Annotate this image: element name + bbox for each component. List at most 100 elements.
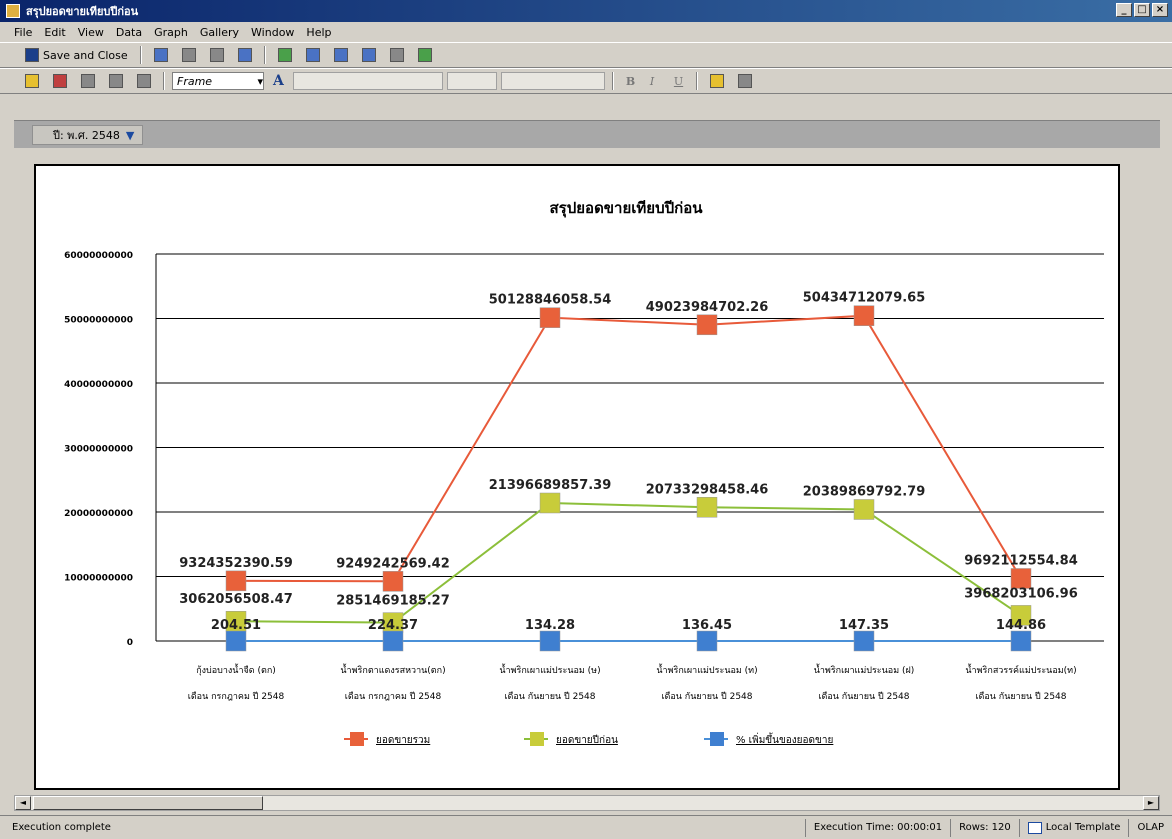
frame-button[interactable] [132, 71, 156, 91]
menu-edit[interactable]: Edit [44, 26, 65, 39]
maximize-button[interactable]: □ [1134, 3, 1150, 17]
line-chart-icon [305, 48, 320, 62]
menu-window[interactable]: Window [251, 26, 294, 39]
x-tick-label: น้ำพริกเผาแม่ประนอม (ฝ) [814, 663, 915, 676]
grid-button[interactable] [329, 45, 353, 65]
window-title: สรุปยอดขายเทียบปีก่อน [26, 5, 139, 18]
frame-icon [137, 74, 151, 88]
data-point [853, 499, 875, 520]
line-color-button[interactable] [733, 71, 757, 91]
preview-icon [181, 48, 196, 62]
mode-indicator: OLAP [1128, 818, 1172, 837]
table-icon [361, 48, 376, 62]
menu-data[interactable]: Data [116, 26, 142, 39]
save-close-button[interactable]: Save and Close [20, 45, 133, 65]
data-label: 20733298458.46 [646, 482, 769, 497]
data-label: 9249242569.42 [336, 556, 449, 571]
menu-gallery[interactable]: Gallery [200, 26, 239, 39]
data-label: 144.86 [996, 618, 1046, 633]
x-tick-label: เดือน กันยายน ปี 2548 [975, 691, 1066, 702]
properties-icon [237, 48, 252, 62]
menu-view[interactable]: View [78, 26, 104, 39]
font-name-dropdown[interactable] [292, 72, 443, 90]
toolbar-separator [139, 46, 142, 64]
insert-button[interactable] [48, 71, 72, 91]
toolbar-separator [263, 46, 266, 64]
year-filter-dropdown[interactable]: ปี: พ.ศ. 2548 ▼ [32, 125, 144, 145]
fill-color-button[interactable] [705, 71, 729, 91]
y-tick-label: 10000000000 [64, 574, 133, 584]
legend-marker [350, 732, 364, 746]
layout-button[interactable] [76, 71, 100, 91]
properties-button[interactable] [233, 45, 257, 65]
legend-marker [710, 732, 724, 746]
chart-type-button[interactable] [273, 45, 297, 65]
legend-label: ยอดขายรวม [376, 735, 430, 746]
horizontal-scrollbar[interactable]: ◄ ► [14, 795, 1160, 811]
filter-button[interactable] [104, 71, 128, 91]
table-button[interactable] [357, 45, 381, 65]
template-indicator[interactable]: Local Template [1018, 818, 1129, 837]
data-point [539, 492, 561, 514]
data-point [696, 630, 718, 652]
frame-dropdown[interactable]: Frame ▾ [172, 72, 264, 90]
data-label: 9324352390.59 [179, 556, 292, 571]
template-label: Local Template [1045, 822, 1121, 833]
pointer-button[interactable] [20, 71, 44, 91]
year-filter-label: ปี: พ.ศ. 2548 [53, 129, 120, 142]
font-size-dropdown[interactable] [446, 72, 497, 90]
y-tick-label: 50000000000 [64, 316, 133, 326]
data-label: 3968203106.96 [964, 586, 1077, 601]
open-button[interactable] [149, 45, 173, 65]
window-titlebar: สรุปยอดขายเทียบปีก่อน _ □ × [0, 0, 1172, 22]
datasheet-button[interactable] [385, 45, 409, 65]
x-tick-label: น้ำพริกสวรรค์แม่ประนอม(ท) [965, 663, 1076, 676]
layout-icon [81, 74, 95, 88]
data-label: 9692112554.84 [964, 553, 1077, 568]
format-toolbar: Frame ▾ A B I U [0, 68, 1172, 94]
filter-strip: ปี: พ.ศ. 2548 ▼ [14, 120, 1160, 148]
scroll-right-button[interactable]: ► [1143, 796, 1159, 810]
y-tick-label: 30000000000 [64, 445, 133, 455]
italic-label: I [649, 74, 655, 88]
y-tick-label: 60000000000 [64, 251, 133, 261]
bold-button[interactable]: B [621, 71, 641, 91]
line-color-icon [737, 74, 752, 88]
chevron-down-icon: ▾ [257, 74, 263, 88]
italic-button[interactable]: I [645, 71, 665, 91]
frame-dropdown-value: Frame [177, 74, 213, 88]
menu-graph[interactable]: Graph [154, 26, 188, 39]
scroll-left-button[interactable]: ◄ [15, 796, 31, 810]
close-button[interactable]: × [1152, 3, 1168, 17]
y-tick-label: 20000000000 [64, 509, 133, 519]
execution-time: Execution Time: 00:00:01 [804, 818, 950, 837]
toolbar-separator [695, 72, 698, 90]
font-button[interactable]: A [268, 71, 289, 91]
data-label: 49023984702.26 [646, 300, 769, 315]
preview-button[interactable] [177, 45, 201, 65]
legend-label: % เพิ่มขึ้นของยอดขาย [736, 732, 833, 746]
data-label: 50434712079.65 [803, 291, 926, 306]
image-button[interactable] [413, 45, 437, 65]
minimize-button[interactable]: _ [1116, 3, 1132, 17]
x-tick-label: เดือน กรกฎาคม ปี 2548 [188, 691, 285, 702]
line-chart-button[interactable] [301, 45, 325, 65]
font-style-dropdown[interactable] [500, 72, 605, 90]
menu-file[interactable]: File [14, 26, 32, 39]
chart-panel: สรุปยอดขายเทียบปีก่อน 0 10000000000 2000000… [34, 164, 1120, 790]
font-label: A [273, 73, 284, 89]
data-point [225, 630, 247, 652]
data-label: 134.28 [525, 618, 575, 633]
print-button[interactable] [205, 45, 229, 65]
app-icon [6, 4, 20, 18]
menu-help[interactable]: Help [306, 26, 331, 39]
data-label: 20389869792.79 [803, 484, 926, 499]
grid-icon [333, 48, 348, 62]
legend-marker [530, 732, 544, 746]
underline-button[interactable]: U [669, 71, 689, 91]
scroll-thumb[interactable] [33, 796, 263, 810]
x-tick-label: เดือน กันยายน ปี 2548 [504, 691, 595, 702]
save-close-label: Save and Close [43, 48, 128, 62]
data-point [539, 630, 561, 652]
data-point [696, 314, 718, 336]
